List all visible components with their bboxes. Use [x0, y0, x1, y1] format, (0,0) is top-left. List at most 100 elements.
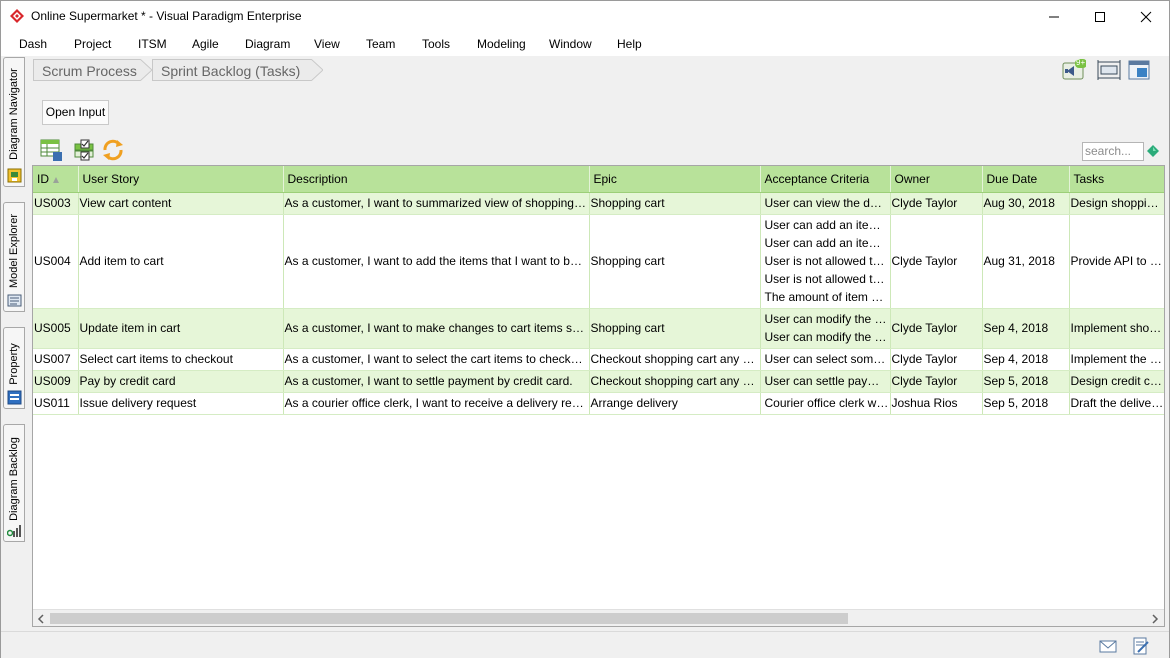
layout-icon[interactable]: [1127, 59, 1151, 81]
cell-owner[interactable]: Clyde Taylor: [890, 348, 983, 371]
cell-epic[interactable]: Shopping cart: [589, 214, 761, 309]
cell-id[interactable]: US003: [33, 192, 79, 215]
acceptance-criterion: User can modify the pr...: [764, 330, 889, 344]
cell-epic[interactable]: Arrange delivery: [589, 392, 761, 415]
edit-document-icon[interactable]: [1132, 637, 1150, 655]
cell-description[interactable]: As a courier office clerk, I want to rec…: [283, 392, 590, 415]
cell-user-story[interactable]: Select cart items to checkout: [78, 348, 284, 371]
cell-description[interactable]: As a customer, I want to select the cart…: [283, 348, 590, 371]
scroll-right-icon[interactable]: [1150, 614, 1160, 624]
cell-due-date[interactable]: Aug 31, 2018: [982, 214, 1070, 309]
cell-acceptance-criteria[interactable]: User can modify the q... User can modify…: [760, 308, 891, 349]
cell-id[interactable]: US009: [33, 370, 79, 393]
cell-tasks[interactable]: Implement the sh...: [1069, 348, 1164, 371]
cell-tasks[interactable]: Design shopping c...: [1069, 192, 1164, 215]
column-header-description[interactable]: Description: [283, 166, 590, 193]
cell-acceptance-criteria[interactable]: User can add an item i... User can add a…: [760, 214, 891, 309]
minimize-button[interactable]: [1031, 1, 1077, 32]
horizontal-scrollbar[interactable]: [33, 609, 1164, 626]
acceptance-criterion: User can select some ...: [764, 352, 889, 366]
side-tab-diagram-backlog[interactable]: Diagram Backlog: [3, 424, 25, 542]
menu-project[interactable]: Project: [74, 37, 111, 51]
cell-tasks[interactable]: Provide API to ret...: [1069, 214, 1164, 309]
table-row[interactable]: US003 View cart content As a customer, I…: [33, 192, 1164, 215]
cell-owner[interactable]: Clyde Taylor: [890, 214, 983, 309]
column-header-acceptance-criteria[interactable]: Acceptance Criteria: [760, 166, 891, 193]
mail-icon[interactable]: [1099, 637, 1117, 655]
cell-due-date[interactable]: Sep 5, 2018: [982, 392, 1070, 415]
cell-user-story[interactable]: Pay by credit card: [78, 370, 284, 393]
cell-owner[interactable]: Clyde Taylor: [890, 192, 983, 215]
side-tab-diagram-navigator[interactable]: Diagram Navigator: [3, 57, 25, 187]
table-row[interactable]: US011 Issue delivery request As a courie…: [33, 392, 1164, 415]
cell-acceptance-criteria[interactable]: User can select some ...: [760, 348, 891, 371]
cell-epic[interactable]: Checkout shopping cart any pay: [589, 348, 761, 371]
fit-diagram-icon[interactable]: [1097, 59, 1121, 81]
table-row[interactable]: US004 Add item to cart As a customer, I …: [33, 214, 1164, 309]
maximize-button[interactable]: [1077, 1, 1123, 32]
cell-id[interactable]: US005: [33, 308, 79, 349]
cell-epic[interactable]: Shopping cart: [589, 192, 761, 215]
menu-diagram[interactable]: Diagram: [245, 37, 290, 51]
refresh-icon[interactable]: [101, 138, 125, 162]
menu-team[interactable]: Team: [366, 37, 395, 51]
cell-id[interactable]: US011: [33, 392, 79, 415]
menu-tools[interactable]: Tools: [422, 37, 450, 51]
cell-user-story[interactable]: View cart content: [78, 192, 284, 215]
open-input-button[interactable]: Open Input: [42, 100, 109, 125]
cell-owner[interactable]: Clyde Taylor: [890, 308, 983, 349]
cell-acceptance-criteria[interactable]: User can view the des...: [760, 192, 891, 215]
menu-help[interactable]: Help: [617, 37, 642, 51]
table-row[interactable]: US005 Update item in cart As a customer,…: [33, 308, 1164, 349]
app-logo-icon: [10, 9, 24, 23]
close-button[interactable]: [1123, 1, 1169, 32]
cell-due-date[interactable]: Aug 30, 2018: [982, 192, 1070, 215]
checklist-icon[interactable]: [72, 138, 96, 162]
breadcrumb-scrum-process[interactable]: Scrum Process: [33, 59, 141, 81]
column-header-due-date[interactable]: Due Date: [982, 166, 1070, 193]
column-header-epic[interactable]: Epic: [589, 166, 761, 193]
cell-description[interactable]: As a customer, I want to make changes to…: [283, 308, 590, 349]
cell-acceptance-criteria[interactable]: User can settle payme...: [760, 370, 891, 393]
cell-tasks[interactable]: Implement shoppi...: [1069, 308, 1164, 349]
cell-description[interactable]: As a customer, I want to settle payment …: [283, 370, 590, 393]
column-header-id[interactable]: ID: [33, 166, 79, 193]
menu-itsm[interactable]: ITSM: [138, 37, 167, 51]
column-header-tasks[interactable]: Tasks: [1069, 166, 1164, 193]
breadcrumb-sprint-backlog[interactable]: Sprint Backlog (Tasks): [152, 59, 312, 81]
cell-id[interactable]: US004: [33, 214, 79, 309]
cell-user-story[interactable]: Add item to cart: [78, 214, 284, 309]
cell-owner[interactable]: Clyde Taylor: [890, 370, 983, 393]
side-tab-property[interactable]: Property: [3, 327, 25, 409]
table-row[interactable]: US007 Select cart items to checkout As a…: [33, 348, 1164, 371]
search-filter-icon[interactable]: [1147, 145, 1159, 157]
cell-due-date[interactable]: Sep 4, 2018: [982, 348, 1070, 371]
menu-modeling[interactable]: Modeling: [477, 37, 526, 51]
cell-description[interactable]: As a customer, I want to add the items t…: [283, 214, 590, 309]
cell-user-story[interactable]: Issue delivery request: [78, 392, 284, 415]
table-row[interactable]: US009 Pay by credit card As a customer, …: [33, 370, 1164, 393]
cell-tasks[interactable]: Design credit card...: [1069, 370, 1164, 393]
scroll-left-icon[interactable]: [36, 614, 46, 624]
menu-dash[interactable]: Dash: [19, 37, 47, 51]
side-tab-model-explorer[interactable]: Model Explorer: [3, 202, 25, 312]
column-header-owner[interactable]: Owner: [890, 166, 983, 193]
cell-user-story[interactable]: Update item in cart: [78, 308, 284, 349]
search-input[interactable]: search...: [1082, 142, 1144, 161]
cell-owner[interactable]: Joshua Rios: [890, 392, 983, 415]
cell-description[interactable]: As a customer, I want to summarized view…: [283, 192, 590, 215]
notification-button[interactable]: 9+: [1062, 58, 1087, 81]
cell-epic[interactable]: Checkout shopping cart any pay: [589, 370, 761, 393]
menu-view[interactable]: View: [314, 37, 340, 51]
table-config-icon[interactable]: [39, 138, 63, 162]
cell-due-date[interactable]: Sep 5, 2018: [982, 370, 1070, 393]
column-header-user-story[interactable]: User Story: [78, 166, 284, 193]
cell-id[interactable]: US007: [33, 348, 79, 371]
menu-agile[interactable]: Agile: [192, 37, 219, 51]
menu-window[interactable]: Window: [549, 37, 592, 51]
cell-tasks[interactable]: Draft the delivery...: [1069, 392, 1164, 415]
cell-epic[interactable]: Shopping cart: [589, 308, 761, 349]
cell-due-date[interactable]: Sep 4, 2018: [982, 308, 1070, 349]
cell-acceptance-criteria[interactable]: Courier office clerk will...: [760, 392, 891, 415]
scrollbar-thumb[interactable]: [50, 613, 848, 624]
